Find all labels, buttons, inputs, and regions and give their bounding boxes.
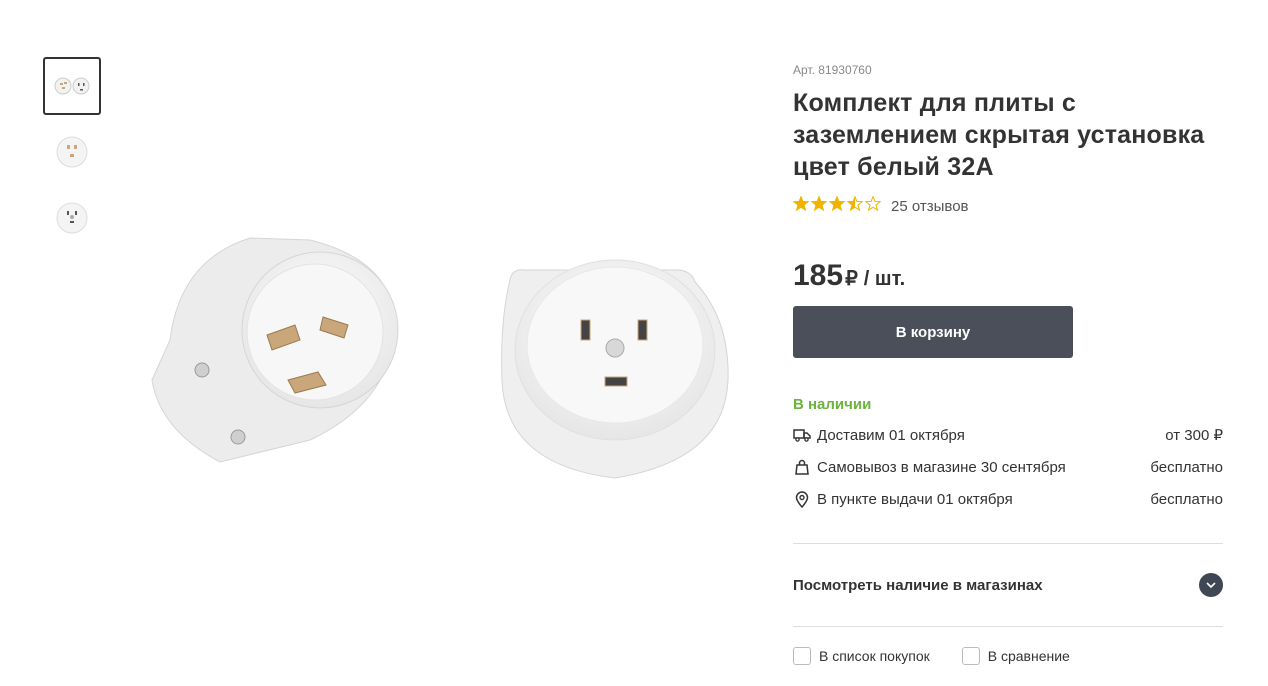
shopping-list-checkbox[interactable]: В список покупок	[793, 647, 930, 665]
product-main-image[interactable]	[140, 200, 740, 500]
delivery-list: Доставим 01 октября от 300 ₽ Самовывоз в…	[793, 419, 1223, 515]
shopping-list-label: В список покупок	[819, 648, 930, 664]
chevron-down-icon[interactable]	[1199, 573, 1223, 597]
product-info: Арт. 81930760 Комплект для плиты с зазем…	[792, 60, 1223, 665]
store-availability-label: Посмотреть наличие в магазинах	[793, 576, 1043, 594]
rating: 25 отзывов	[792, 194, 1223, 217]
price-currency: ₽	[845, 268, 858, 290]
thumbnail-3[interactable]	[43, 189, 101, 247]
thumbnail-list	[43, 57, 103, 255]
thumbnail-1[interactable]	[43, 57, 101, 115]
checkbox-box[interactable]	[961, 647, 980, 665]
plug-illustration	[151, 237, 399, 463]
checkbox-box[interactable]	[793, 647, 811, 665]
socket-illustration	[501, 259, 729, 479]
pickup-row: Самовывоз в магазине 30 сентября бесплат…	[793, 451, 1223, 483]
add-to-cart-button[interactable]: В корзину	[793, 306, 1073, 358]
star-icon	[846, 194, 864, 211]
product-title-line: заземлением скрытая установка	[793, 121, 1205, 149]
plug-image	[56, 136, 88, 168]
bag-icon	[793, 458, 811, 476]
pickup-point-text: В пункте выдачи 01 октября	[817, 490, 1013, 508]
compare-label: В сравнение	[987, 648, 1070, 664]
pickup-point-row: В пункте выдачи 01 октября бесплатно	[793, 483, 1223, 515]
delivery-text: Доставим 01 октября	[817, 426, 965, 444]
delivery-row: Доставим 01 октября от 300 ₽	[793, 419, 1223, 451]
delivery-price: от 300 ₽	[1165, 427, 1223, 444]
pickup-text: Самовывоз в магазине 30 сентября	[817, 458, 1066, 476]
pickup-point-price: бесплатно	[1150, 490, 1223, 508]
store-availability-accordion[interactable]: Посмотреть наличие в магазинах	[793, 544, 1223, 626]
divider	[793, 626, 1223, 627]
article-number: Арт. 81930760	[793, 63, 872, 77]
star-icon	[828, 194, 846, 211]
socket-image	[56, 202, 88, 234]
price-unit: / шт.	[863, 268, 906, 290]
price-value: 185	[793, 259, 844, 292]
location-pin-icon	[793, 490, 811, 508]
thumbnail-2[interactable]	[43, 123, 101, 181]
reviews-link[interactable]: 25 отзывов	[891, 198, 969, 215]
star-icon	[810, 194, 828, 211]
socket-set-image	[54, 77, 90, 95]
stock-status: В наличии	[793, 396, 872, 413]
action-checkboxes: В список покупок В сравнение	[793, 647, 1223, 665]
truck-icon	[793, 426, 811, 444]
star-icon	[792, 194, 882, 211]
product-title-line: цвет белый 32А	[793, 153, 994, 181]
product-title: Комплект для плиты с заземлением скрытая…	[793, 87, 1223, 183]
rating-stars	[792, 194, 883, 217]
star-icon	[792, 194, 810, 211]
pickup-price: бесплатно	[1150, 458, 1223, 476]
price: 185 ₽ / шт.	[793, 259, 1223, 293]
compare-checkbox[interactable]: В сравнение	[961, 647, 1070, 665]
product-title-line: Комплект для плиты с	[793, 89, 1077, 117]
star-icon	[864, 194, 882, 211]
